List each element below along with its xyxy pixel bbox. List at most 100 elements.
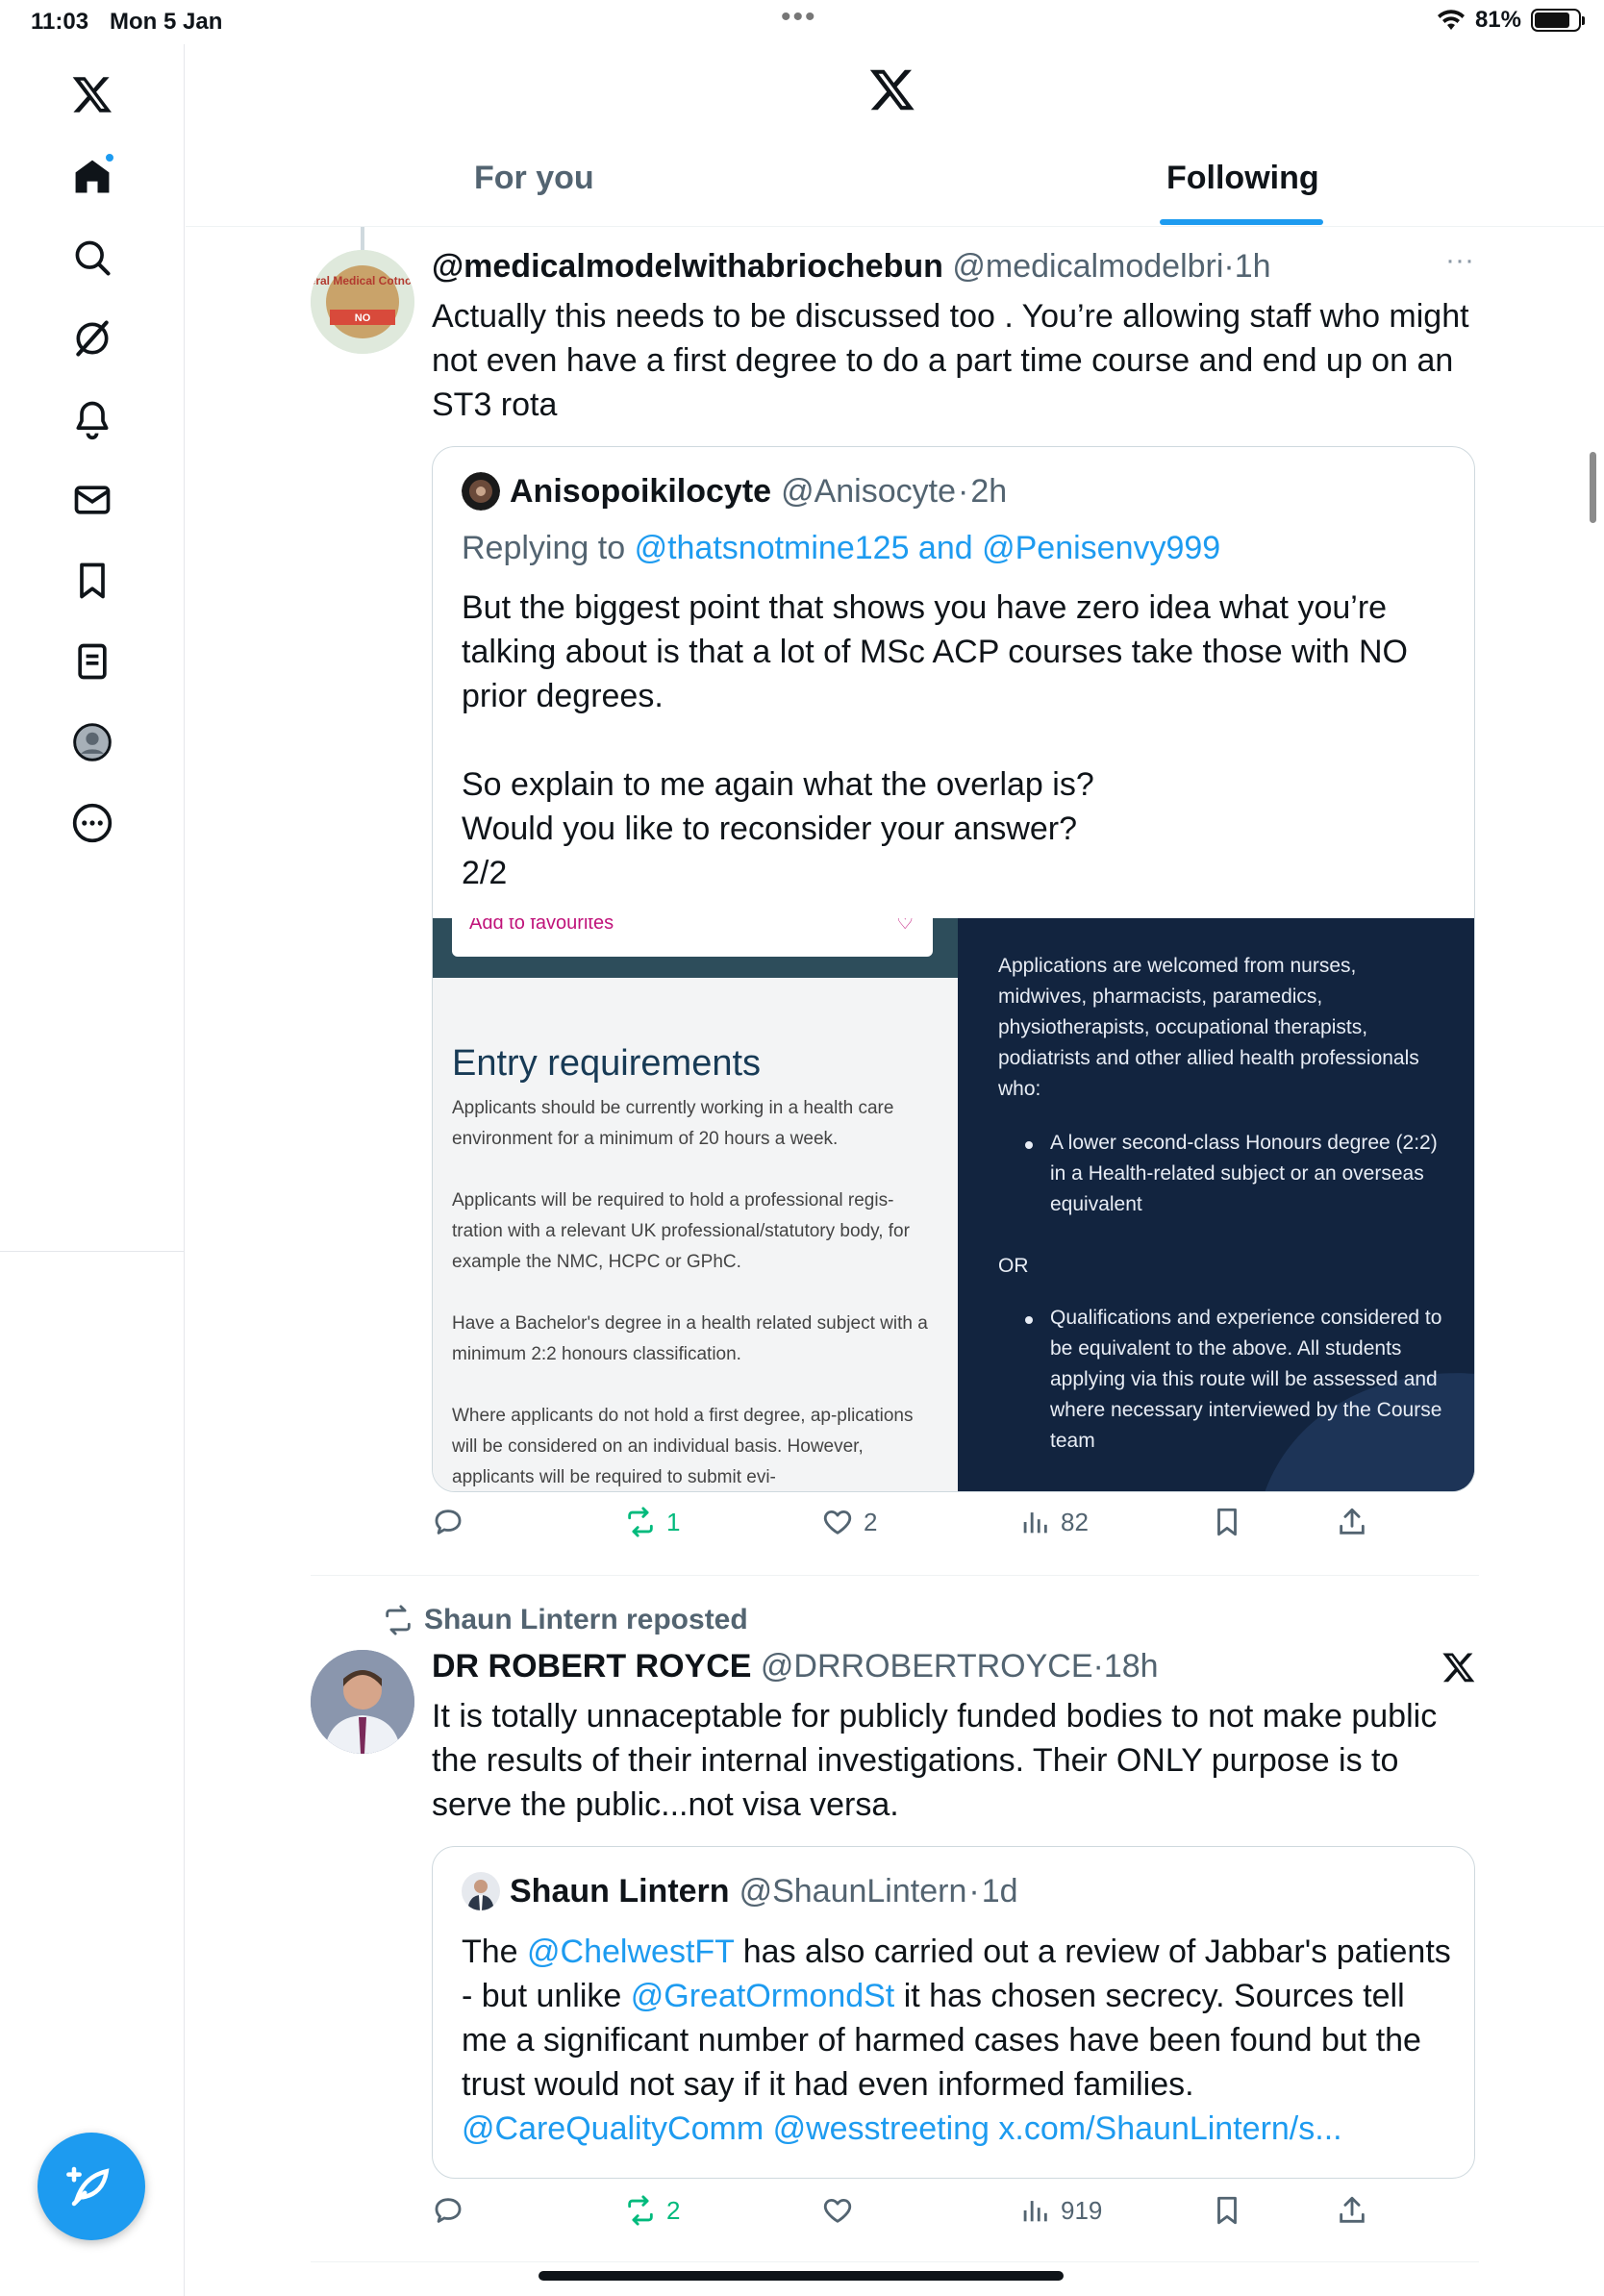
quote-image[interactable]: Add to favourites ♡ Entry requirements A… [433, 918, 1474, 1491]
repost-button[interactable]: 1 [624, 1506, 680, 1538]
x-logo-icon[interactable] [1441, 1650, 1476, 1685]
image-right-or: OR [998, 1255, 1029, 1277]
tab-for-you[interactable]: For you [474, 160, 594, 197]
repost-context: Shaun Lintern reposted [382, 1604, 748, 1636]
multitasking-dots-icon[interactable]: ••• [781, 3, 817, 32]
tweet-header: DR ROBERT ROYCE @DRROBERTROYCE·18h [432, 1648, 1159, 1685]
like-count: 2 [864, 1507, 878, 1536]
replying-prefix: Replying to [462, 530, 626, 566]
share-icon [1340, 2196, 1365, 2223]
svg-text:NO: NO [355, 312, 371, 324]
reply-button[interactable] [432, 2194, 474, 2227]
views-button[interactable]: 82 [1018, 1506, 1089, 1538]
bookmark-icon [1217, 1508, 1237, 1536]
heart-outline-icon: ♡ [896, 918, 914, 934]
image-paragraph: Applicants should be currently working i… [452, 1098, 894, 1149]
grok-icon[interactable] [62, 308, 123, 369]
views-button[interactable]: 919 [1018, 2194, 1102, 2227]
handle[interactable]: @medicalmodelbri [952, 248, 1223, 285]
like-button[interactable] [821, 2194, 864, 2227]
quote-display-name: Shaun Lintern [510, 1872, 730, 1909]
bookmarks-icon[interactable] [62, 550, 123, 611]
active-tab-indicator [1160, 219, 1323, 225]
quote-avatar [462, 1872, 500, 1910]
share-button[interactable] [1336, 2194, 1368, 2227]
image-right-bullet-2: Qualifications and experience considered… [1050, 1307, 1442, 1452]
image-right-bullet-1: A lower second-class Honours degree (2:2… [1050, 1132, 1438, 1215]
image-left-panel: Add to favourites ♡ Entry requirements A… [433, 918, 958, 1491]
quoted-tweet[interactable]: Anisopoikilocyte @Anisocyte · 2h Replying … [432, 446, 1475, 1492]
avatar[interactable] [311, 1650, 414, 1754]
timestamp[interactable]: 1h [1235, 248, 1271, 285]
x-logo-icon[interactable] [62, 63, 123, 125]
share-button[interactable] [1336, 1506, 1368, 1538]
display-name[interactable]: @medicalmodelwithabriochebun [432, 248, 943, 285]
quote-text: But the biggest point that shows you hav… [462, 589, 1408, 891]
bookmark-button[interactable] [1211, 2194, 1243, 2227]
messages-icon[interactable] [62, 469, 123, 531]
quote-display-name: Anisopoikilocyte [510, 472, 772, 510]
image-fav-box: Add to favourites ♡ [452, 918, 933, 957]
bookmark-icon [1217, 2196, 1237, 2225]
heart-icon [823, 1510, 852, 1535]
reply-button[interactable] [432, 1506, 474, 1538]
quote-header: Anisopoikilocyte @Anisocyte · 2h [462, 472, 1007, 511]
nav-divider [0, 1251, 185, 1252]
image-fav-bar: Add to favourites ♡ [433, 918, 958, 978]
home-indicator[interactable] [539, 2271, 1064, 2281]
display-name[interactable]: DR ROBERT ROYCE [432, 1648, 751, 1685]
image-title: Entry requirements [452, 1043, 762, 1084]
tab-following[interactable]: Following [1166, 160, 1319, 197]
home-notification-dot [104, 152, 115, 163]
heart-icon [823, 2198, 852, 2223]
tweet[interactable]: General Medical Cotncil NO NO @medicalmo… [311, 227, 1479, 1573]
replying-to: Replying to @thatsnotmine125 and @Penise… [462, 530, 1220, 567]
more-options-icon[interactable]: ··· [1445, 244, 1474, 277]
profile-avatar-icon[interactable] [62, 711, 123, 773]
reply-icon [435, 1510, 462, 1535]
tweet-header: @medicalmodelwithabriochebun @medicalmod… [432, 248, 1271, 285]
mention-and-url-links[interactable]: @CareQualityComm @wesstreeting x.com/Sha… [462, 2110, 1342, 2147]
quote-header: Shaun Lintern @ShaunLintern · 1d [462, 1872, 1018, 1910]
status-right: 81% [1437, 7, 1585, 34]
status-date: Mon 5 Jan [110, 9, 223, 35]
x-logo-icon[interactable] [868, 65, 916, 113]
replying-to-handles[interactable]: @thatsnotmine125 and @Penisenvy999 [635, 530, 1221, 566]
notifications-icon[interactable] [62, 388, 123, 450]
scrollbar[interactable] [1590, 452, 1596, 523]
status-time: 11:03 [31, 9, 89, 35]
view-count: 82 [1061, 1507, 1089, 1536]
like-button[interactable]: 2 [821, 1506, 877, 1538]
repost-label[interactable]: Shaun Lintern reposted [424, 1604, 748, 1636]
home-icon[interactable] [62, 146, 123, 208]
image-paragraph: Where applicants do not hold a first deg… [452, 1406, 914, 1487]
tweet-divider [311, 1575, 1479, 1576]
thread-line [361, 227, 364, 250]
tweet-divider [311, 2261, 1479, 2262]
quote-avatar [462, 472, 500, 511]
image-right-intro: Applications are welcomed from nurses, m… [998, 955, 1419, 1100]
lists-icon[interactable] [62, 631, 123, 692]
views-chart-icon [1023, 2201, 1047, 2222]
image-bullet [1025, 1141, 1033, 1149]
avatar[interactable]: General Medical Cotncil NO NO [311, 250, 414, 354]
search-icon[interactable] [62, 227, 123, 288]
tweet-actions: 2 919 [432, 2194, 1475, 2242]
tweet-text: It is totally unnaceptable for publicly … [432, 1698, 1438, 1823]
repost-icon [386, 1605, 411, 1635]
repost-button[interactable]: 2 [624, 2194, 680, 2227]
image-paragraph: Have a Bachelor's degree in a health rel… [452, 1313, 928, 1364]
handle[interactable]: @DRROBERTROYCE [761, 1648, 1093, 1685]
bookmark-button[interactable] [1211, 1506, 1243, 1538]
tweet[interactable]: Shaun Lintern reposted DR ROBERT ROYCE @… [311, 1596, 1479, 2269]
compose-post-button[interactable] [38, 2133, 145, 2240]
quoted-tweet[interactable]: Shaun Lintern @ShaunLintern · 1d The @Chel… [432, 1846, 1475, 2179]
timestamp[interactable]: 18h [1104, 1648, 1159, 1685]
view-count: 919 [1061, 2195, 1103, 2225]
mention-link[interactable]: @ChelwestFT [527, 1934, 734, 1970]
battery-icon [1531, 9, 1585, 32]
more-icon[interactable] [62, 792, 123, 854]
left-nav [0, 44, 185, 2296]
battery-fill [1535, 12, 1569, 28]
mention-link[interactable]: @GreatOrmondSt [631, 1978, 895, 2014]
